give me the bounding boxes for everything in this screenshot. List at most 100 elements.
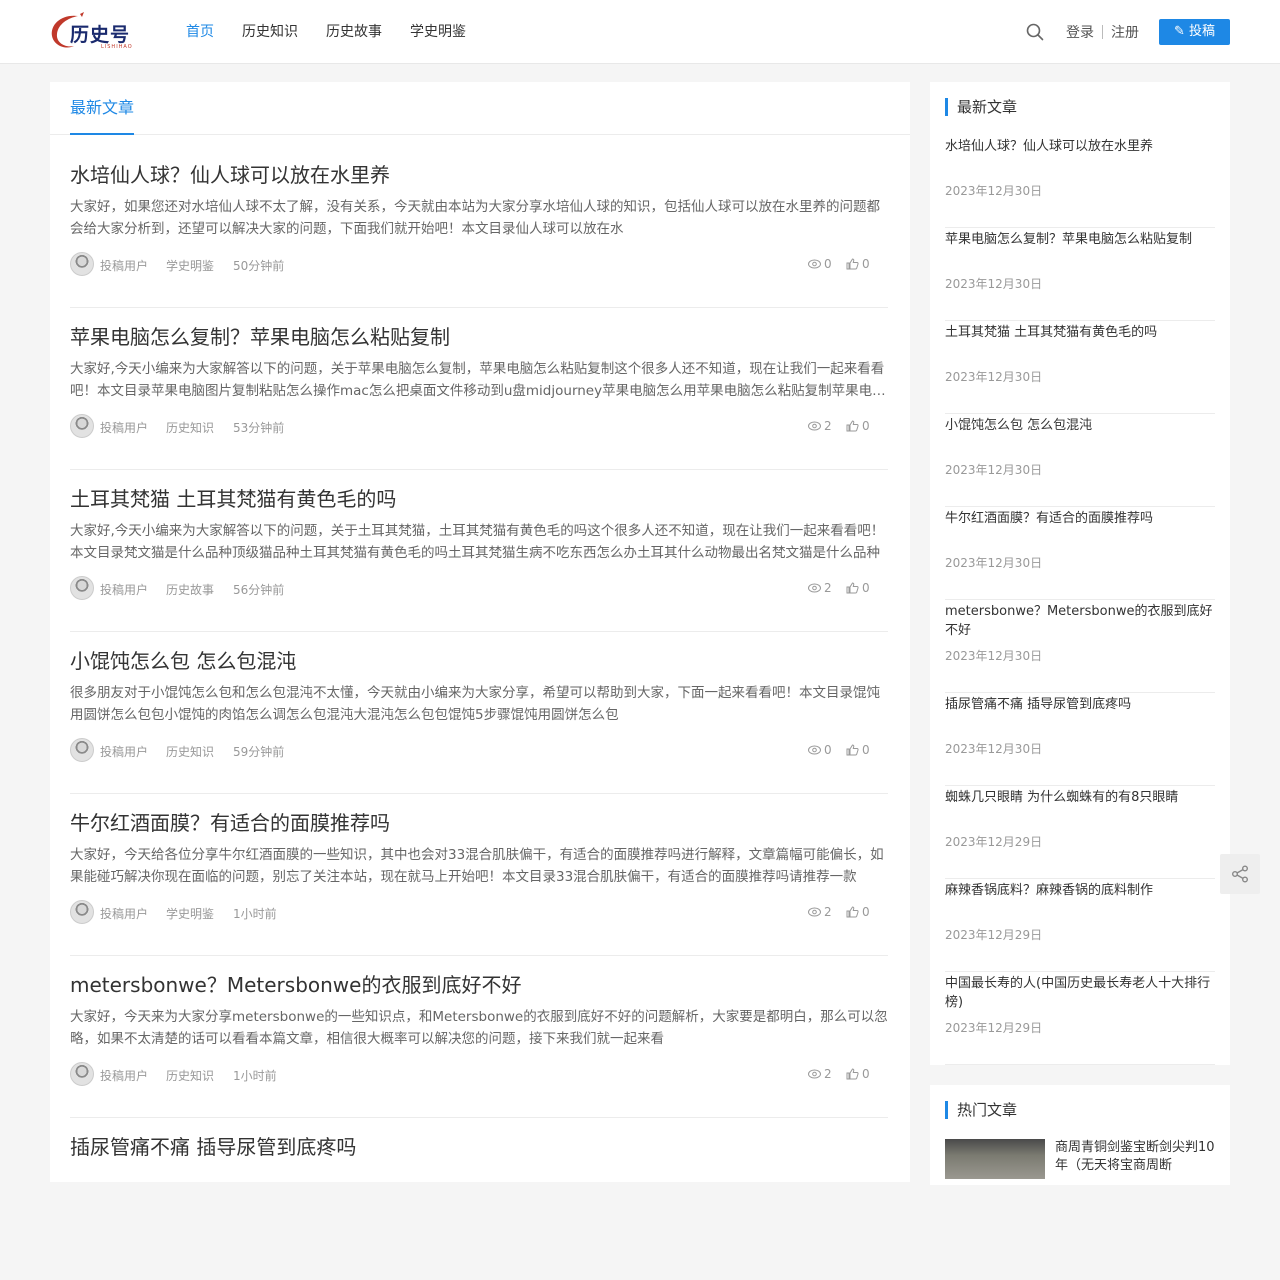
register-link[interactable]: 注册: [1111, 22, 1139, 42]
article-category[interactable]: 历史知识: [166, 743, 214, 760]
likes-count: 0: [862, 743, 870, 757]
article-author[interactable]: 投稿用户: [100, 581, 148, 598]
sidebar-article-title[interactable]: 牛尔红酒面膜？有适合的面膜推荐吗: [945, 509, 1215, 528]
share-button[interactable]: [1220, 854, 1260, 894]
article-category[interactable]: 学史明鉴: [166, 905, 214, 922]
article-title[interactable]: 水培仙人球？仙人球可以放在水里养: [70, 159, 390, 188]
sidebar-article-item[interactable]: 小馄饨怎么包 怎么包混沌 2023年12月30日: [945, 414, 1215, 507]
article-author[interactable]: 投稿用户: [100, 743, 148, 760]
article-likes[interactable]: 0: [846, 419, 870, 433]
article-time: 59分钟前: [233, 745, 285, 759]
sidebar-article-date: 2023年12月30日: [945, 370, 1043, 384]
article-time: 50分钟前: [233, 259, 285, 273]
article-likes[interactable]: 0: [846, 743, 870, 757]
article-likes[interactable]: 0: [846, 257, 870, 271]
article-likes[interactable]: 0: [846, 905, 870, 919]
avatar[interactable]: [70, 252, 94, 276]
article-item: 土耳其梵猫 土耳其梵猫有黄色毛的吗 大家好,今天小编来为大家解答以下的问题，关于…: [70, 470, 888, 632]
avatar[interactable]: [70, 900, 94, 924]
likes-count: 0: [862, 1067, 870, 1081]
sidebar-article-title[interactable]: 小馄饨怎么包 怎么包混沌: [945, 416, 1215, 435]
article-author[interactable]: 投稿用户: [100, 1067, 148, 1084]
logo-text: 历史号: [70, 24, 131, 46]
article-category[interactable]: 历史知识: [166, 419, 214, 436]
article-title[interactable]: 牛尔红酒面膜？有适合的面膜推荐吗: [70, 807, 390, 836]
article-title[interactable]: 土耳其梵猫 土耳其梵猫有黄色毛的吗: [70, 483, 396, 512]
article-likes[interactable]: 0: [846, 1067, 870, 1081]
eye-icon: [808, 745, 821, 755]
likes-count: 0: [862, 257, 870, 271]
nav-item-history-knowledge[interactable]: 历史知识: [242, 0, 298, 64]
sidebar-article-title[interactable]: 苹果电脑怎么复制？苹果电脑怎么粘贴复制: [945, 230, 1215, 249]
sidebar-article-title[interactable]: 土耳其梵猫 土耳其梵猫有黄色毛的吗: [945, 323, 1215, 342]
share-icon: [1232, 865, 1248, 883]
edit-icon: ✎: [1173, 24, 1185, 39]
article-title[interactable]: 苹果电脑怎么复制？苹果电脑怎么粘贴复制: [70, 321, 450, 350]
article-views: 2: [808, 905, 832, 919]
sidebar-article-title[interactable]: 中国最长寿的人(中国历史最长寿老人十大排行榜): [945, 974, 1215, 1012]
article-item: 插尿管痛不痛 插导尿管到底疼吗: [70, 1118, 888, 1280]
site-logo[interactable]: 历史号 LISHIHAO: [48, 8, 132, 54]
article-meta: 投稿用户 历史故事 56分钟前 2 0: [70, 575, 888, 601]
sidebar-article-item[interactable]: 插尿管痛不痛 插导尿管到底疼吗 2023年12月30日: [945, 693, 1215, 786]
sidebar-article-date: 2023年12月30日: [945, 463, 1043, 477]
article-excerpt: 大家好，如果您还对水培仙人球不太了解，没有关系，今天就由本站为大家分享水培仙人球…: [70, 199, 880, 237]
article-item: 牛尔红酒面膜？有适合的面膜推荐吗 大家好，今天给各位分享牛尔红酒面膜的一些知识，…: [70, 794, 888, 956]
search-icon[interactable]: [1026, 23, 1044, 41]
hot-article-thumbnail[interactable]: [945, 1139, 1045, 1179]
thumbs-up-icon: [846, 906, 859, 918]
sidebar-latest-panel: 最新文章 水培仙人球？仙人球可以放在水里养 2023年12月30日 苹果电脑怎么…: [930, 82, 1230, 1065]
article-author[interactable]: 投稿用户: [100, 419, 148, 436]
views-count: 2: [824, 1067, 832, 1081]
article-author[interactable]: 投稿用户: [100, 905, 148, 922]
article-title[interactable]: 小馄饨怎么包 怎么包混沌: [70, 645, 296, 674]
nav-item-history-lessons[interactable]: 学史明鉴: [410, 0, 466, 64]
article-likes[interactable]: 0: [846, 581, 870, 595]
article-title[interactable]: metersbonwe？Metersbonwe的衣服到底好不好: [70, 969, 521, 998]
article-category[interactable]: 历史知识: [166, 1067, 214, 1084]
sidebar-article-item[interactable]: 中国最长寿的人(中国历史最长寿老人十大排行榜) 2023年12月29日: [945, 972, 1215, 1065]
nav-item-history-stories[interactable]: 历史故事: [326, 0, 382, 64]
sidebar-article-item[interactable]: 土耳其梵猫 土耳其梵猫有黄色毛的吗 2023年12月30日: [945, 321, 1215, 414]
avatar[interactable]: [70, 1062, 94, 1086]
sidebar-article-item[interactable]: metersbonwe？Metersbonwe的衣服到底好不好 2023年12月…: [945, 600, 1215, 693]
article-category[interactable]: 历史故事: [166, 581, 214, 598]
avatar[interactable]: [70, 576, 94, 600]
sidebar-article-item[interactable]: 麻辣香锅底料？麻辣香锅的底料制作 2023年12月29日: [945, 879, 1215, 972]
hot-article-title[interactable]: 商周青铜剑鉴宝断剑尖判10年（无天将宝商周断: [1055, 1139, 1215, 1175]
login-link[interactable]: 登录: [1066, 22, 1094, 42]
thumbs-up-icon: [846, 420, 859, 432]
article-views: 0: [808, 257, 832, 271]
thumbs-up-icon: [846, 744, 859, 756]
eye-icon: [808, 583, 821, 593]
sidebar-article-title[interactable]: metersbonwe？Metersbonwe的衣服到底好不好: [945, 602, 1215, 640]
avatar[interactable]: [70, 738, 94, 762]
sidebar-article-item[interactable]: 蜘蛛几只眼睛 为什么蜘蛛有的有8只眼睛 2023年12月29日: [945, 786, 1215, 879]
sidebar-article-item[interactable]: 苹果电脑怎么复制？苹果电脑怎么粘贴复制 2023年12月30日: [945, 228, 1215, 321]
sidebar-article-item[interactable]: 牛尔红酒面膜？有适合的面膜推荐吗 2023年12月30日: [945, 507, 1215, 600]
article-time: 1小时前: [233, 1069, 277, 1083]
article-excerpt: 大家好，今天来为大家分享metersbonwe的一些知识点，和Metersbon…: [70, 1009, 888, 1047]
sidebar-article-date: 2023年12月30日: [945, 277, 1043, 291]
nav-item-home[interactable]: 首页: [186, 0, 214, 64]
article-meta: 投稿用户 历史知识 53分钟前 2 0: [70, 413, 888, 439]
article-title[interactable]: 插尿管痛不痛 插导尿管到底疼吗: [70, 1131, 356, 1160]
tab-latest-articles[interactable]: 最新文章: [70, 82, 135, 135]
sidebar-article-title[interactable]: 蜘蛛几只眼睛 为什么蜘蛛有的有8只眼睛: [945, 788, 1215, 807]
sidebar-article-title[interactable]: 水培仙人球？仙人球可以放在水里养: [945, 137, 1215, 156]
logo-subtext: LISHIHAO: [101, 44, 133, 50]
submit-post-button[interactable]: ✎ 投稿: [1159, 19, 1230, 45]
sidebar-hot-panel: 热门文章 商周青铜剑鉴宝断剑尖判10年（无天将宝商周断: [930, 1085, 1230, 1185]
sidebar-article-title[interactable]: 插尿管痛不痛 插导尿管到底疼吗: [945, 695, 1215, 714]
sidebar-article-item[interactable]: 水培仙人球？仙人球可以放在水里养 2023年12月30日: [945, 135, 1215, 228]
article-author[interactable]: 投稿用户: [100, 257, 148, 274]
avatar[interactable]: [70, 414, 94, 438]
sidebar-hot-heading: 热门文章: [945, 1101, 1017, 1119]
sidebar-article-title[interactable]: 麻辣香锅底料？麻辣香锅的底料制作: [945, 881, 1215, 900]
article-meta: 投稿用户 历史知识 59分钟前 0 0: [70, 737, 888, 763]
article-views: 2: [808, 1067, 832, 1081]
views-count: 0: [824, 257, 832, 271]
article-category[interactable]: 学史明鉴: [166, 257, 214, 274]
article-time: 53分钟前: [233, 421, 285, 435]
likes-count: 0: [862, 905, 870, 919]
